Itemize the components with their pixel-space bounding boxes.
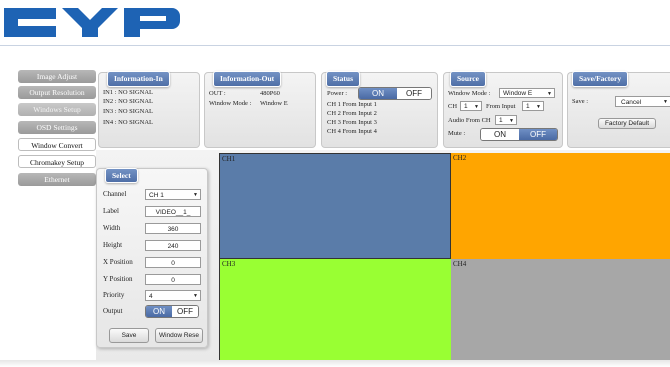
in3-status: IN3 : NO SIGNAL: [103, 108, 154, 115]
save-button[interactable]: Save: [109, 328, 149, 343]
output-off-button[interactable]: OFF: [172, 306, 198, 317]
ch4-label: CH4: [453, 260, 467, 268]
save-factory-title: Save/Factory: [572, 71, 629, 87]
out-label: OUT :: [209, 90, 226, 97]
nav-osd-settings[interactable]: OSD Settings: [18, 121, 96, 134]
out-value: 480P60: [260, 90, 280, 97]
window-reset-button[interactable]: Window Rese: [155, 328, 203, 343]
output-toggle[interactable]: ON OFF: [145, 305, 199, 318]
select-panel: Select Channel CH 1 ▼ Label VIDEO__1_ Wi…: [96, 168, 208, 348]
in2-status: IN2 : NO SIGNAL: [103, 98, 154, 105]
window-mode-select[interactable]: Window E ▼: [499, 88, 555, 98]
chevron-down-icon: ▼: [193, 192, 198, 198]
ch-select-value: 1: [464, 103, 468, 110]
label-input[interactable]: VIDEO__1_: [145, 206, 201, 217]
output-label: Output: [103, 307, 123, 315]
x-position-label: X Position: [103, 258, 133, 266]
information-in-panel: Information-In IN1 : NO SIGNAL IN2 : NO …: [98, 71, 200, 148]
label-label: Label: [103, 207, 119, 215]
ch4-source: CH 4 From Input 4: [327, 128, 377, 135]
nav-window-convert[interactable]: Window Convert: [18, 138, 96, 151]
ch1-window[interactable]: CH1: [219, 153, 451, 259]
in4-status: IN4 : NO SIGNAL: [103, 119, 154, 126]
width-input[interactable]: 360: [145, 223, 201, 234]
ch3-label: CH3: [222, 260, 236, 268]
channel-label: Channel: [103, 190, 127, 198]
y-position-input[interactable]: 0: [145, 274, 201, 285]
status-panel: Status Power : ON OFF CH 1 From Input 1 …: [321, 71, 438, 148]
ch2-source: CH 2 From Input 2: [327, 110, 377, 117]
priority-label: Priority: [103, 291, 125, 299]
from-input-select-value: 1: [526, 103, 530, 110]
channel-select[interactable]: CH 1 ▼: [145, 189, 201, 200]
priority-select-value: 4: [149, 293, 153, 300]
bottom-divider: [0, 360, 670, 367]
from-input-select[interactable]: 1 ▼: [522, 101, 544, 111]
nav-chromakey-setup[interactable]: Chromakey Setup: [18, 155, 96, 168]
ch4-window[interactable]: CH4: [451, 259, 670, 363]
output-on-button[interactable]: ON: [146, 306, 172, 317]
source-title: Source: [450, 71, 486, 87]
save-select-value: Cancel: [621, 99, 642, 106]
information-in-title: Information-In: [107, 71, 170, 87]
factory-default-button[interactable]: Factory Default: [598, 118, 656, 129]
chevron-down-icon: ▼: [509, 118, 514, 124]
window-mode-select-value: Window E: [503, 90, 533, 97]
ch1-label: CH1: [222, 155, 236, 163]
source-window-mode-label: Window Mode :: [448, 90, 491, 97]
window-mode-label: Window Mode :: [209, 100, 252, 107]
mute-on-button[interactable]: ON: [481, 129, 519, 140]
ch2-window[interactable]: CH2: [451, 153, 670, 259]
audio-from-ch-select[interactable]: 1 ▼: [495, 115, 517, 125]
from-input-label: From Input: [486, 103, 516, 110]
nav-ethernet[interactable]: Ethernet: [18, 173, 96, 186]
power-on-button[interactable]: ON: [359, 88, 397, 99]
chevron-down-icon: ▼: [193, 293, 198, 299]
ch3-window[interactable]: CH3: [219, 259, 451, 363]
ch3-source: CH 3 From Input 3: [327, 119, 377, 126]
nav-windows-setup[interactable]: Windows Setup: [18, 103, 96, 116]
power-off-button[interactable]: OFF: [397, 88, 431, 99]
channel-select-value: CH 1: [149, 192, 164, 199]
save-factory-panel: Save/Factory Save : Cancel ▼ Factory Def…: [567, 71, 670, 148]
chevron-down-icon: ▼: [474, 104, 479, 110]
chevron-down-icon: ▼: [547, 91, 552, 97]
information-out-panel: Information-Out OUT : 480P60 Window Mode…: [204, 71, 316, 148]
source-panel: Source Window Mode : Window E ▼ CH 1 ▼ F…: [443, 71, 563, 148]
x-position-input[interactable]: 0: [145, 257, 201, 268]
mute-toggle[interactable]: ON OFF: [480, 128, 558, 141]
ch1-source: CH 1 From Input 1: [327, 101, 377, 108]
cyp-logo: [4, 8, 180, 37]
audio-from-ch-select-value: 1: [499, 117, 503, 124]
mute-off-button[interactable]: OFF: [519, 129, 557, 140]
height-label: Height: [103, 241, 123, 249]
select-title: Select: [105, 168, 138, 183]
status-title: Status: [326, 71, 361, 87]
information-out-title: Information-Out: [213, 71, 282, 87]
y-position-label: Y Position: [103, 275, 133, 283]
priority-select[interactable]: 4 ▼: [145, 290, 201, 301]
window-mode-value: Window E: [260, 100, 288, 107]
audio-from-ch-label: Audio From CH: [448, 117, 491, 124]
ch-select[interactable]: 1 ▼: [460, 101, 482, 111]
chevron-down-icon: ▼: [663, 99, 668, 105]
in1-status: IN1 : NO SIGNAL: [103, 89, 154, 96]
power-toggle[interactable]: ON OFF: [358, 87, 432, 100]
header-divider: [0, 45, 670, 46]
height-input[interactable]: 240: [145, 240, 201, 251]
ch-label: CH: [448, 103, 458, 110]
save-select[interactable]: Cancel ▼: [615, 96, 670, 107]
mute-label: Mute :: [448, 130, 466, 137]
ch2-label: CH2: [453, 154, 467, 162]
width-label: Width: [103, 224, 121, 232]
chevron-down-icon: ▼: [536, 104, 541, 110]
nav-output-resolution[interactable]: Output Resolution: [18, 86, 96, 99]
nav-image-adjust[interactable]: Image Adjust: [18, 70, 96, 83]
power-label: Power :: [327, 90, 348, 97]
save-label: Save :: [572, 98, 589, 105]
